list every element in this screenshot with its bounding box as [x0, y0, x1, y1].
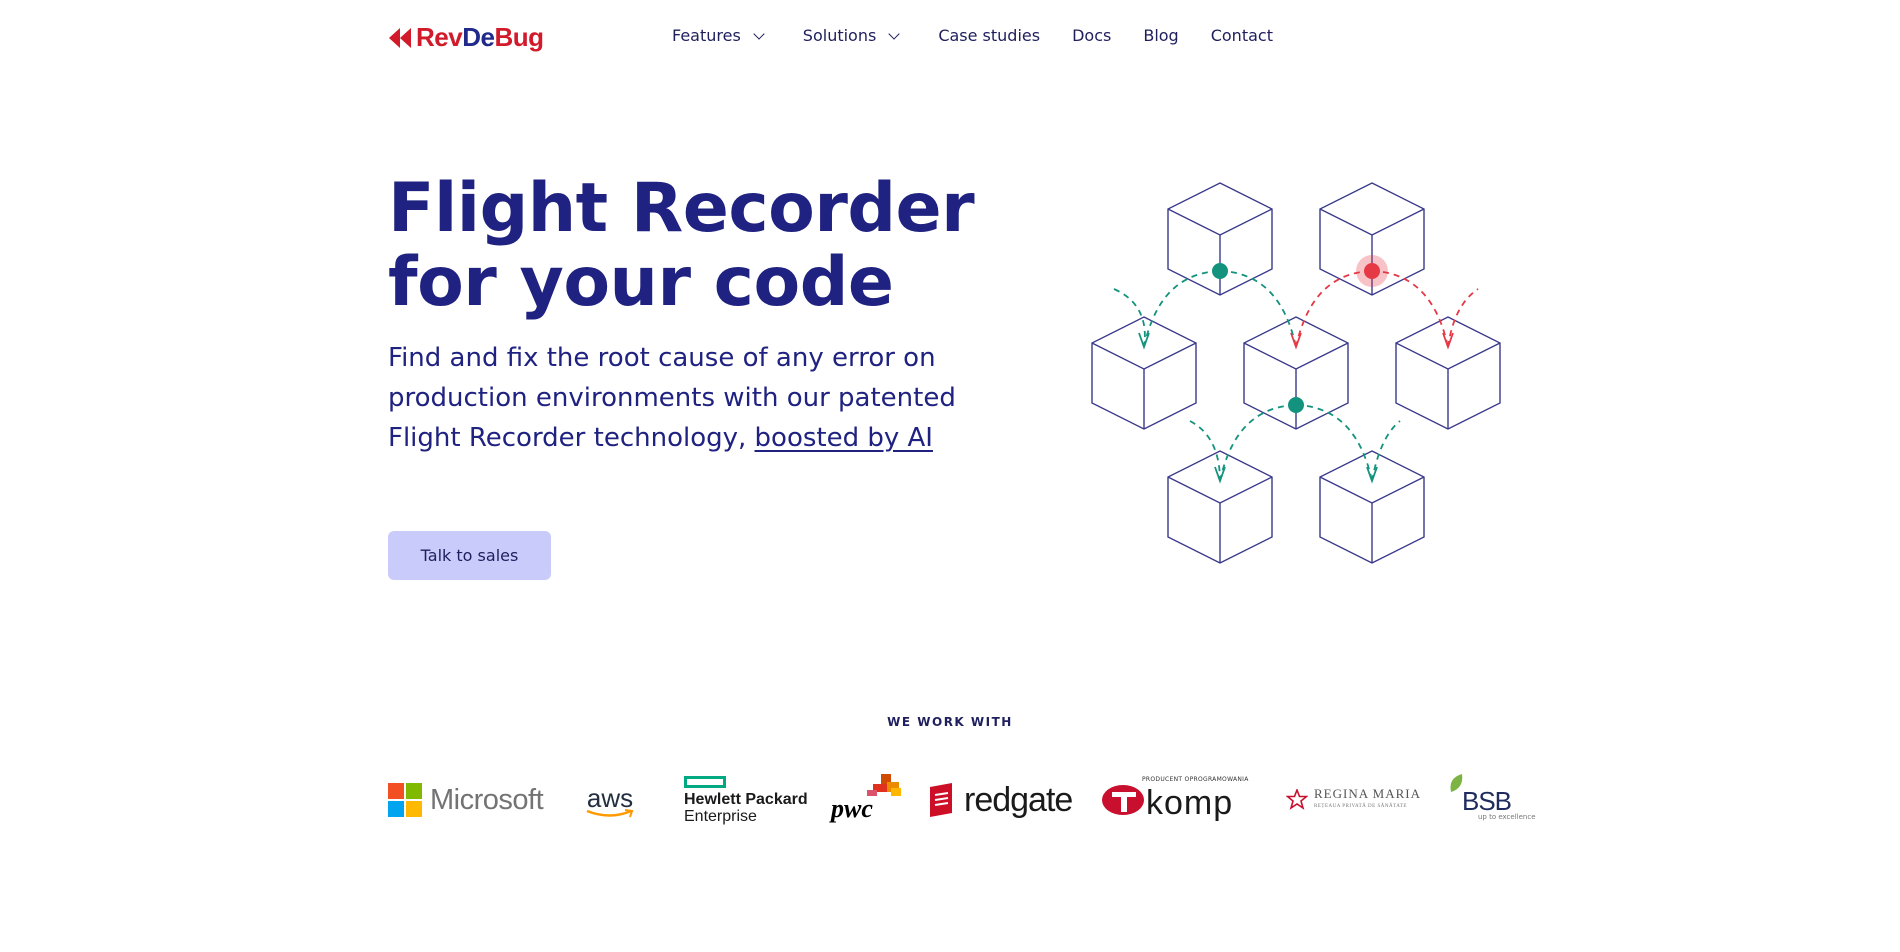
redgate-wordmark: redgate	[964, 780, 1073, 819]
rewind-icon	[388, 27, 412, 49]
nav-solutions[interactable]: Solutions	[802, 26, 900, 45]
microsoft-squares-icon	[388, 783, 422, 817]
main-nav: Features Solutions Case studies Docs Blo…	[672, 26, 1305, 45]
teal-path	[1113, 270, 1401, 482]
revdebug-logo[interactable]: RevDeBug	[388, 22, 544, 53]
talk-to-sales-button[interactable]: Talk to sales	[388, 531, 551, 580]
nav-docs[interactable]: Docs	[1072, 26, 1111, 45]
red-arrows	[1290, 332, 1454, 350]
komp-tagline: PRODUCENT OPROGRAMOWANIA	[1142, 776, 1249, 783]
aws-smile-icon	[586, 808, 634, 817]
bsb-logo: BSB up to excellence	[1448, 770, 1538, 830]
aws-logo: aws	[585, 770, 635, 830]
nav-blog[interactable]: Blog	[1143, 26, 1178, 45]
nav-contact[interactable]: Contact	[1211, 26, 1273, 45]
nav-features[interactable]: Features	[672, 26, 765, 45]
redgate-logo: redgate	[926, 770, 1073, 830]
pwc-wordmark: pwc	[831, 794, 873, 823]
hpe-wordmark: Hewlett Packard Enterprise	[684, 790, 808, 825]
nav-features-label: Features	[672, 26, 741, 45]
teal-node	[1288, 397, 1304, 413]
microsoft-wordmark: Microsoft	[430, 783, 544, 816]
komp-logo: PRODUCENT OPROGRAMOWANIA komp	[1102, 770, 1252, 830]
hero-title: Flight Recorder for your code	[388, 172, 1008, 320]
logo-wordmark: RevDeBug	[416, 22, 544, 52]
hpe-rectangle-icon	[684, 775, 726, 788]
chevron-down-icon	[753, 27, 765, 40]
red-path	[1295, 270, 1479, 348]
partner-logos: Microsoft aws Hewlett Packard Enterprise…	[388, 770, 1538, 830]
regina-maria-logo: REGINA MARIA REȚEAUA PRIVATĂ DE SĂNĂTATE	[1286, 770, 1421, 830]
pwc-logo: pwc	[831, 770, 901, 830]
hero-title-line2: for your code	[388, 243, 894, 322]
regina-maria-wordmark: REGINA MARIA REȚEAUA PRIVATĂ DE SĂNĂTATE	[1314, 786, 1421, 809]
teal-node	[1212, 263, 1228, 279]
boosted-by-ai-link[interactable]: boosted by AI	[755, 423, 933, 453]
nav-case-studies[interactable]: Case studies	[938, 26, 1040, 45]
cube-network-illustration	[1091, 182, 1501, 564]
microsoft-logo: Microsoft	[388, 770, 544, 830]
komp-icon	[1102, 785, 1144, 815]
partners-label: WE WORK WITH	[887, 715, 1013, 729]
nav-solutions-label: Solutions	[802, 26, 877, 45]
hpe-logo: Hewlett Packard Enterprise	[684, 770, 808, 830]
regina-maria-star-icon	[1286, 789, 1308, 810]
site-header: RevDeBug Features Solutions Case studies…	[0, 0, 1900, 78]
red-node	[1364, 263, 1380, 279]
hero-subtitle: Find and fix the root cause of any error…	[388, 338, 968, 458]
cube-bottom-right	[1319, 450, 1425, 564]
komp-wordmark: komp	[1146, 783, 1234, 822]
cube-mid-right	[1395, 316, 1501, 430]
redgate-icon	[930, 783, 952, 817]
hero-title-line1: Flight Recorder	[388, 169, 975, 248]
chevron-down-icon	[888, 27, 900, 40]
bsb-tagline: up to excellence	[1478, 813, 1536, 821]
